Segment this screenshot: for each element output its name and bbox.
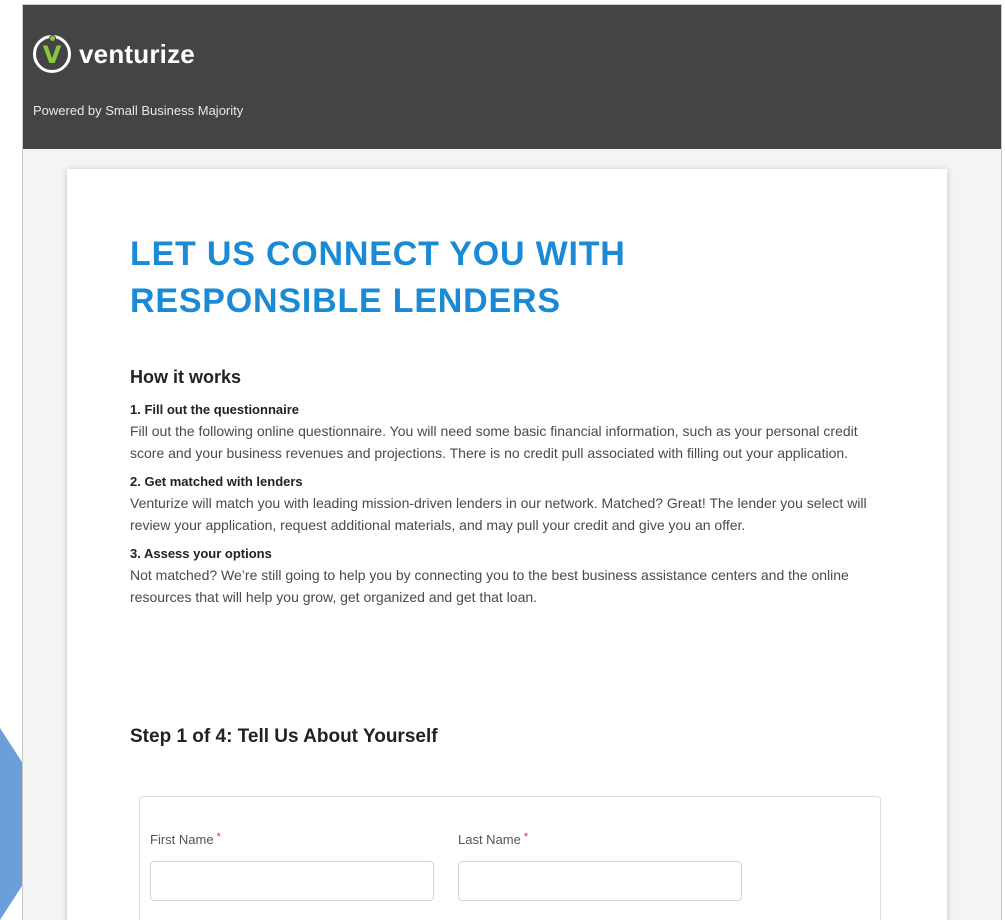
step-title: 2. Get matched with lenders: [130, 474, 303, 489]
required-marker: *: [523, 831, 529, 843]
site-header: V venturize Powered by Small Business Ma…: [23, 5, 1001, 149]
step-item: 1. Fill out the questionnaire Fill out t…: [130, 400, 890, 464]
logo-letter: V: [42, 41, 62, 69]
last-name-label: Last Name: [458, 832, 521, 847]
browser-frame: V venturize Powered by Small Business Ma…: [22, 4, 1002, 920]
step-description: Not matched? We’re still going to help y…: [130, 567, 849, 605]
first-name-input[interactable]: [150, 861, 434, 901]
step-item: 2. Get matched with lenders Venturize wi…: [130, 472, 890, 536]
how-it-works-heading: How it works: [130, 367, 242, 387]
brand-name: venturize: [79, 38, 195, 69]
step-description: Venturize will match you with leading mi…: [130, 495, 867, 533]
tagline: Powered by Small Business Majority: [33, 103, 244, 118]
first-name-label: First Name: [150, 832, 214, 847]
step-item: 3. Assess your options Not matched? We’r…: [130, 544, 890, 608]
step-description: Fill out the following online questionna…: [130, 423, 858, 461]
first-name-field: First Name *: [150, 831, 434, 901]
form-step-heading: Step 1 of 4: Tell Us About Yourself: [130, 726, 438, 747]
logo[interactable]: V venturize: [33, 35, 195, 73]
step-title: 3. Assess your options: [130, 546, 272, 561]
required-marker: *: [216, 831, 221, 843]
logo-dot: [49, 35, 56, 42]
how-it-works-steps: 1. Fill out the questionnaire Fill out t…: [130, 400, 890, 616]
page-title: LET US CONNECT YOU WITH RESPONSIBLE LEND…: [130, 235, 626, 320]
step-title: 1. Fill out the questionnaire: [130, 402, 300, 417]
form-card: LET US CONNECT YOU WITH RESPONSIBLE LEND…: [67, 169, 947, 920]
last-name-input[interactable]: [458, 861, 742, 901]
venturize-logo-icon: V: [33, 35, 71, 73]
last-name-field: Last Name *: [458, 831, 742, 901]
personal-info-form: First Name * Last Name *: [139, 796, 881, 920]
